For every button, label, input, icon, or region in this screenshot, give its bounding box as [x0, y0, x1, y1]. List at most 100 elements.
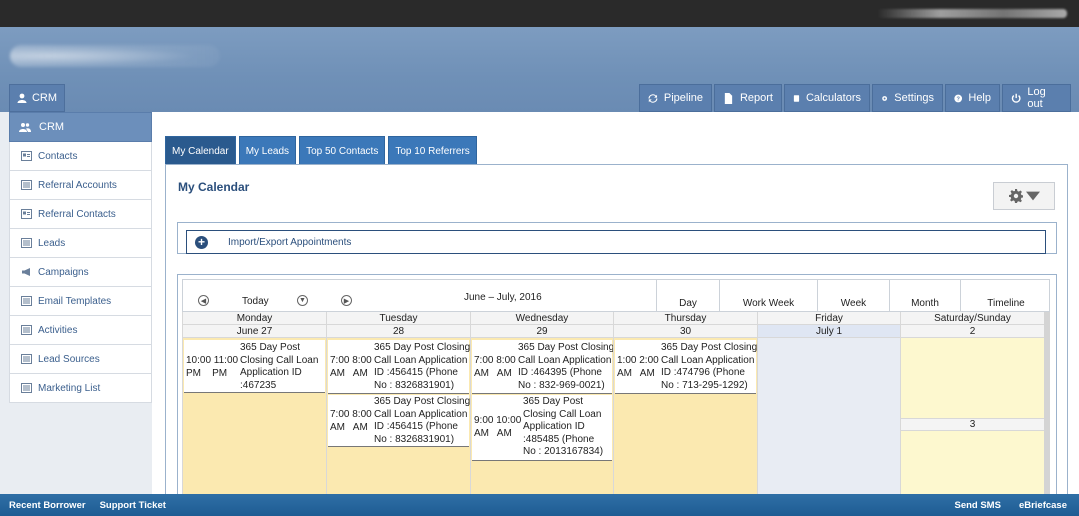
import-export-label: Import/Export Appointments [228, 236, 352, 248]
list-icon [21, 238, 32, 248]
ebriefcase-link[interactable]: eBriefcase [1019, 500, 1067, 511]
appointment[interactable]: 9:00 10:00 AM AM 365 Day Post Closing Ca… [472, 395, 612, 461]
bottom-bar: Recent Borrower Support Ticket Send SMS … [0, 494, 1079, 516]
sidebar-item-label: Activities [38, 324, 78, 336]
day-body[interactable]: 7:00 8:00 AM AM 365 Day Post Closing Cal… [327, 338, 470, 497]
sidebar-item-lead-sources[interactable]: Lead Sources [9, 345, 152, 374]
sidebar-item-label: Contacts [38, 150, 78, 162]
help-label: Help [968, 92, 991, 104]
day-name: Monday [183, 312, 326, 325]
appointment-description: 365 Day Post Closing Call Loan Applicati… [240, 342, 319, 391]
list-icon [21, 296, 32, 306]
sidebar-header[interactable]: CRM [9, 112, 152, 142]
support-ticket-link[interactable]: Support Ticket [100, 500, 166, 511]
day-date: 3 [901, 418, 1044, 431]
megaphone-icon [22, 268, 30, 276]
calendar-scheduler: ◀ Today ▼ ▶ June – July, 2016 Day Work W… [177, 274, 1057, 498]
day-body[interactable]: 3 [901, 338, 1044, 497]
sidebar-header-label: CRM [39, 121, 65, 133]
sidebar-item-campaigns[interactable]: Campaigns [9, 258, 152, 287]
tab-my-calendar[interactable]: My Calendar [165, 136, 236, 165]
tab-top-50-contacts[interactable]: Top 50 Contacts [299, 136, 386, 165]
top-navigation: Pipeline Report Calculators Settings ? H… [639, 84, 1071, 112]
list-icon [21, 354, 32, 364]
sidebar-item-referral-contacts[interactable]: Referral Contacts [9, 200, 152, 229]
logout-label: Log out [1027, 86, 1046, 110]
next-arrow-icon[interactable]: ▶ [341, 295, 352, 306]
import-export-section: + Import/Export Appointments [177, 222, 1057, 254]
day-name: Tuesday [327, 312, 470, 325]
view-day-button[interactable]: Day [656, 280, 719, 313]
sidebar: CRM Contacts Referral Accounts Referral … [9, 112, 152, 403]
caret-down-icon [1025, 191, 1040, 201]
sidebar-item-marketing-list[interactable]: Marketing List [9, 374, 152, 403]
sidebar-item-activities[interactable]: Activities [9, 316, 152, 345]
crm-tab[interactable]: CRM [9, 84, 65, 112]
calendar-toolbar: ◀ Today ▼ ▶ June – July, 2016 Day Work W… [182, 279, 1051, 313]
appointment-times: 9:00 10:00 AM AM [474, 415, 522, 439]
day-body[interactable]: 7:00 8:00 AM AM 365 Day Post Closing Cal… [471, 338, 614, 497]
appointment-times: 1:00 2:00 AM AM [617, 355, 659, 379]
sidebar-item-label: Email Templates [38, 295, 112, 307]
appointment[interactable]: 7:00 8:00 AM AM 365 Day Post Closing Cal… [328, 340, 470, 394]
day-date: 28 [327, 325, 470, 338]
day-name: Wednesday [471, 312, 613, 325]
tab-top-10-referrers[interactable]: Top 10 Referrers [388, 136, 477, 165]
sidebar-item-label: Lead Sources [38, 353, 100, 365]
list-icon [21, 325, 32, 335]
logout-button[interactable]: Log out [1002, 84, 1071, 112]
day-column-tuesday: Tuesday 28 7:00 8:00 AM AM 365 Day Post … [326, 312, 470, 497]
day-name: Friday [758, 312, 900, 325]
sidebar-item-label: Referral Accounts [38, 179, 117, 191]
previous-arrow-icon[interactable]: ◀ [198, 295, 209, 306]
pipeline-button[interactable]: Pipeline [639, 84, 712, 112]
view-timeline-button[interactable]: Timeline [960, 280, 1051, 313]
recent-borrower-link[interactable]: Recent Borrower [9, 500, 86, 511]
calculator-icon [793, 94, 800, 102]
settings-button[interactable]: Settings [872, 84, 943, 112]
day-name: Saturday/Sunday [901, 312, 1044, 325]
appointment[interactable]: 10:00 11:00 PM PM 365 Day Post Closing C… [184, 340, 325, 393]
appointment-description: 365 Day Post Closing Call Loan Applicati… [523, 396, 604, 457]
sidebar-item-referral-accounts[interactable]: Referral Accounts [9, 171, 152, 200]
report-label: Report [739, 92, 773, 104]
sidebar-item-leads[interactable]: Leads [9, 229, 152, 258]
view-work-week-button[interactable]: Work Week [719, 280, 817, 313]
settings-label: Settings [894, 92, 934, 104]
date-picker-dropdown-icon[interactable]: ▼ [297, 295, 308, 306]
import-export-appointments-button[interactable]: + Import/Export Appointments [186, 230, 1046, 254]
help-button[interactable]: ? Help [945, 84, 1000, 112]
tab-my-leads[interactable]: My Leads [238, 136, 297, 165]
sidebar-item-label: Campaigns [38, 266, 89, 278]
calculators-label: Calculators [805, 92, 861, 104]
user-info-blurred [877, 9, 1067, 18]
gear-icon [1008, 189, 1023, 203]
appointment-times: 10:00 11:00 PM PM [186, 355, 239, 379]
view-week-button[interactable]: Week [817, 280, 889, 313]
today-button[interactable]: Today [242, 296, 269, 307]
day-body[interactable] [758, 338, 900, 497]
day-body[interactable]: 10:00 11:00 PM PM 365 Day Post Closing C… [183, 338, 326, 497]
day-column-friday: Friday July 1 [757, 312, 900, 497]
appointment[interactable]: 7:00 8:00 AM AM 365 Day Post Closing Cal… [328, 395, 470, 447]
appointment[interactable]: 1:00 2:00 AM AM 365 Day Post Closing Cal… [615, 340, 757, 394]
settings-dropdown-button[interactable] [993, 182, 1055, 210]
appointment[interactable]: 7:00 8:00 AM AM 365 Day Post Closing Cal… [472, 340, 614, 394]
day-date: 30 [614, 325, 757, 338]
sidebar-item-label: Marketing List [38, 382, 101, 394]
day-date: July 1 [758, 325, 900, 338]
report-button[interactable]: Report [714, 84, 782, 112]
sidebar-item-email-templates[interactable]: Email Templates [9, 287, 152, 316]
day-column-thursday: Thursday 30 1:00 2:00 AM AM 365 Day Post… [613, 312, 757, 497]
calculators-button[interactable]: Calculators [784, 84, 870, 112]
svg-text:?: ? [956, 96, 960, 102]
day-date: 2 [901, 325, 1044, 338]
day-body[interactable]: 1:00 2:00 AM AM 365 Day Post Closing Cal… [614, 338, 757, 497]
view-month-button[interactable]: Month [889, 280, 960, 313]
crm-tab-label: CRM [31, 92, 58, 104]
calendar-scrollbar[interactable] [1044, 312, 1050, 497]
document-icon [724, 92, 733, 104]
send-sms-link[interactable]: Send SMS [954, 500, 1000, 511]
sidebar-item-contacts[interactable]: Contacts [9, 142, 152, 171]
calendar-panel: My Calendar + Import/Export Appointments… [165, 164, 1068, 504]
